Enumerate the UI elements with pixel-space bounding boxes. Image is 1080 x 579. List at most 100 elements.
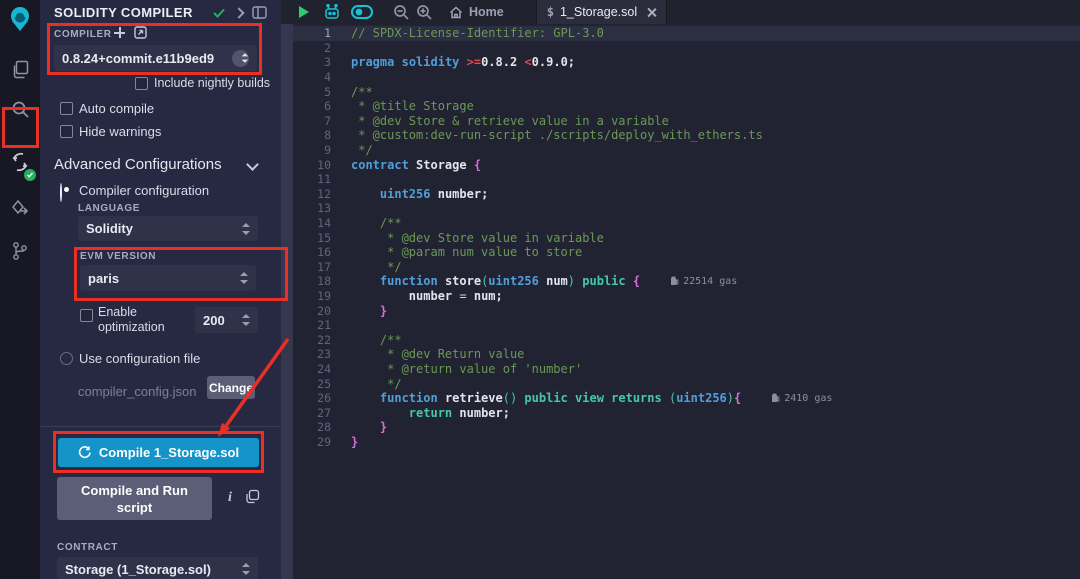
code-line[interactable]: 11 — [293, 172, 1080, 187]
code-line[interactable]: 8 * @custom:dev-run-script ./scripts/dep… — [293, 128, 1080, 143]
code-line[interactable]: 12 uint256 number; — [293, 187, 1080, 202]
use-config-file-label: Use configuration file — [79, 351, 200, 366]
remix-logo-icon[interactable] — [0, 0, 40, 38]
code-text: uint256 number; — [351, 187, 488, 201]
change-config-button[interactable]: Change — [207, 376, 255, 399]
code-line[interactable]: 10contract Storage { — [293, 157, 1080, 172]
line-number: 12 — [293, 187, 331, 201]
code-line[interactable]: 1// SPDX-License-Identifier: GPL-3.0 — [293, 26, 1080, 41]
code-line[interactable]: 25 */ — [293, 376, 1080, 391]
auto-compile-checkbox[interactable] — [60, 102, 73, 115]
compile-button[interactable]: Compile 1_Storage.sol — [57, 437, 260, 468]
line-number: 6 — [293, 99, 331, 113]
code-line[interactable]: 27 return number; — [293, 405, 1080, 420]
line-number: 16 — [293, 245, 331, 259]
code-editor[interactable]: 1// SPDX-License-Identifier: GPL-3.023 pr… — [293, 24, 1080, 579]
optimization-runs-value: 200 — [203, 313, 225, 328]
remix-ide-window: SOLIDITY COMPILER COMPILER 0.8.24+commit… — [0, 0, 1080, 579]
code-line[interactable]: 17 */ — [293, 260, 1080, 275]
code-text: */ — [351, 143, 373, 157]
line-number: 20 — [293, 304, 331, 318]
hide-warnings-label: Hide warnings — [79, 124, 161, 139]
git-icon[interactable] — [0, 234, 40, 268]
config-filename: compiler_config.json — [78, 384, 197, 399]
code-line[interactable]: 15 * @dev Store value in variable — [293, 230, 1080, 245]
file-explorer-icon[interactable] — [0, 52, 40, 86]
ai-assistant-bot-icon[interactable] — [323, 4, 341, 20]
compiler-version-select[interactable]: 0.8.24+commit.e11b9ed9 — [54, 45, 257, 71]
code-text: } — [351, 304, 387, 318]
line-number: 7 — [293, 114, 331, 128]
tab-1-storage-sol[interactable]: $ 1_Storage.sol — [536, 0, 667, 24]
code-line[interactable]: 28 } — [293, 420, 1080, 435]
compile-and-run-button[interactable]: Compile and Run script — [57, 477, 212, 520]
search-icon[interactable] — [0, 92, 40, 126]
editor-topbar: Home $ 1_Storage.sol — [281, 0, 1080, 24]
copilot-toggle-icon[interactable] — [351, 5, 373, 19]
code-line[interactable]: 13 — [293, 201, 1080, 216]
code-line[interactable]: 4 — [293, 70, 1080, 85]
code-line[interactable]: 2 — [293, 41, 1080, 56]
zoom-in-icon[interactable] — [416, 4, 433, 21]
code-line[interactable]: 21 — [293, 318, 1080, 333]
optimization-runs-input[interactable]: 200 — [195, 307, 258, 333]
code-line[interactable]: 18 function store(uint256 num) public {2… — [293, 274, 1080, 289]
code-line[interactable]: 16 * @param num value to store — [293, 245, 1080, 260]
code-line[interactable]: 20 } — [293, 303, 1080, 318]
close-tab-icon[interactable] — [647, 8, 656, 17]
line-number: 5 — [293, 85, 331, 99]
pin-panel-icon[interactable] — [252, 6, 267, 19]
solidity-compiler-panel: SOLIDITY COMPILER COMPILER 0.8.24+commit… — [40, 0, 281, 579]
code-line[interactable]: 22 /** — [293, 332, 1080, 347]
refresh-icon — [78, 446, 91, 459]
line-number: 3 — [293, 55, 331, 69]
solidity-file-icon: $ — [547, 5, 554, 19]
import-compiler-icon[interactable] — [133, 25, 148, 40]
line-number: 26 — [293, 391, 331, 405]
code-line[interactable]: 14 /** — [293, 216, 1080, 231]
code-line[interactable]: 29} — [293, 435, 1080, 450]
hide-warnings-checkbox[interactable] — [60, 125, 73, 138]
evm-version-select[interactable]: paris — [80, 265, 256, 291]
panel-check-icon — [212, 7, 226, 19]
info-icon[interactable]: i — [228, 490, 232, 506]
code-lines: 1// SPDX-License-Identifier: GPL-3.023 pr… — [293, 26, 1080, 449]
divider — [40, 426, 281, 427]
line-number: 18 — [293, 274, 331, 288]
contract-select[interactable]: Storage (1_Storage.sol) — [57, 557, 258, 579]
advanced-configurations-title[interactable]: Advanced Configurations — [54, 156, 222, 173]
solidity-compiler-icon[interactable] — [0, 142, 40, 182]
chevron-down-icon[interactable] — [246, 158, 259, 171]
code-line[interactable]: 3 pragma solidity >=0.8.2 <0.9.0; — [293, 55, 1080, 70]
line-number: 21 — [293, 318, 331, 332]
line-number: 25 — [293, 377, 331, 391]
code-line[interactable]: 9 */ — [293, 143, 1080, 158]
compiler-configuration-radio[interactable] — [60, 183, 62, 202]
enable-optimization-checkbox[interactable] — [80, 309, 93, 322]
deploy-and-run-icon[interactable] — [0, 192, 40, 226]
code-text: * @param num value to store — [351, 245, 582, 259]
panel-resize-handle[interactable] — [281, 24, 293, 579]
code-text: pragma solidity >=0.8.2 <0.9.0; — [351, 55, 575, 69]
code-line[interactable]: 6 * @title Storage — [293, 99, 1080, 114]
language-label: LANGUAGE — [78, 203, 140, 214]
code-line[interactable]: 24 * @return value of 'number' — [293, 362, 1080, 377]
chevron-right-icon[interactable] — [233, 7, 244, 18]
use-config-file-radio[interactable] — [60, 352, 73, 365]
stepper-icon — [241, 223, 250, 235]
include-nightly-label: Include nightly builds — [154, 76, 270, 90]
code-line[interactable]: 26 function retrieve() public view retur… — [293, 391, 1080, 406]
code-text: function retrieve() public view returns … — [351, 391, 741, 405]
code-line[interactable]: 7 * @dev Store & retrieve value in a var… — [293, 114, 1080, 129]
code-line[interactable]: 19 number = num; — [293, 289, 1080, 304]
copy-icon[interactable] — [245, 489, 260, 504]
code-line[interactable]: 23 * @dev Return value — [293, 347, 1080, 362]
code-line[interactable]: 5 /** — [293, 84, 1080, 99]
run-script-play-icon[interactable] — [299, 6, 309, 18]
include-nightly-checkbox[interactable] — [135, 77, 148, 90]
zoom-out-icon[interactable] — [393, 4, 410, 21]
language-select[interactable]: Solidity — [78, 216, 258, 241]
tab-home[interactable]: Home — [449, 5, 504, 19]
code-text: /** — [351, 85, 373, 99]
code-text: * @dev Return value — [351, 347, 524, 361]
